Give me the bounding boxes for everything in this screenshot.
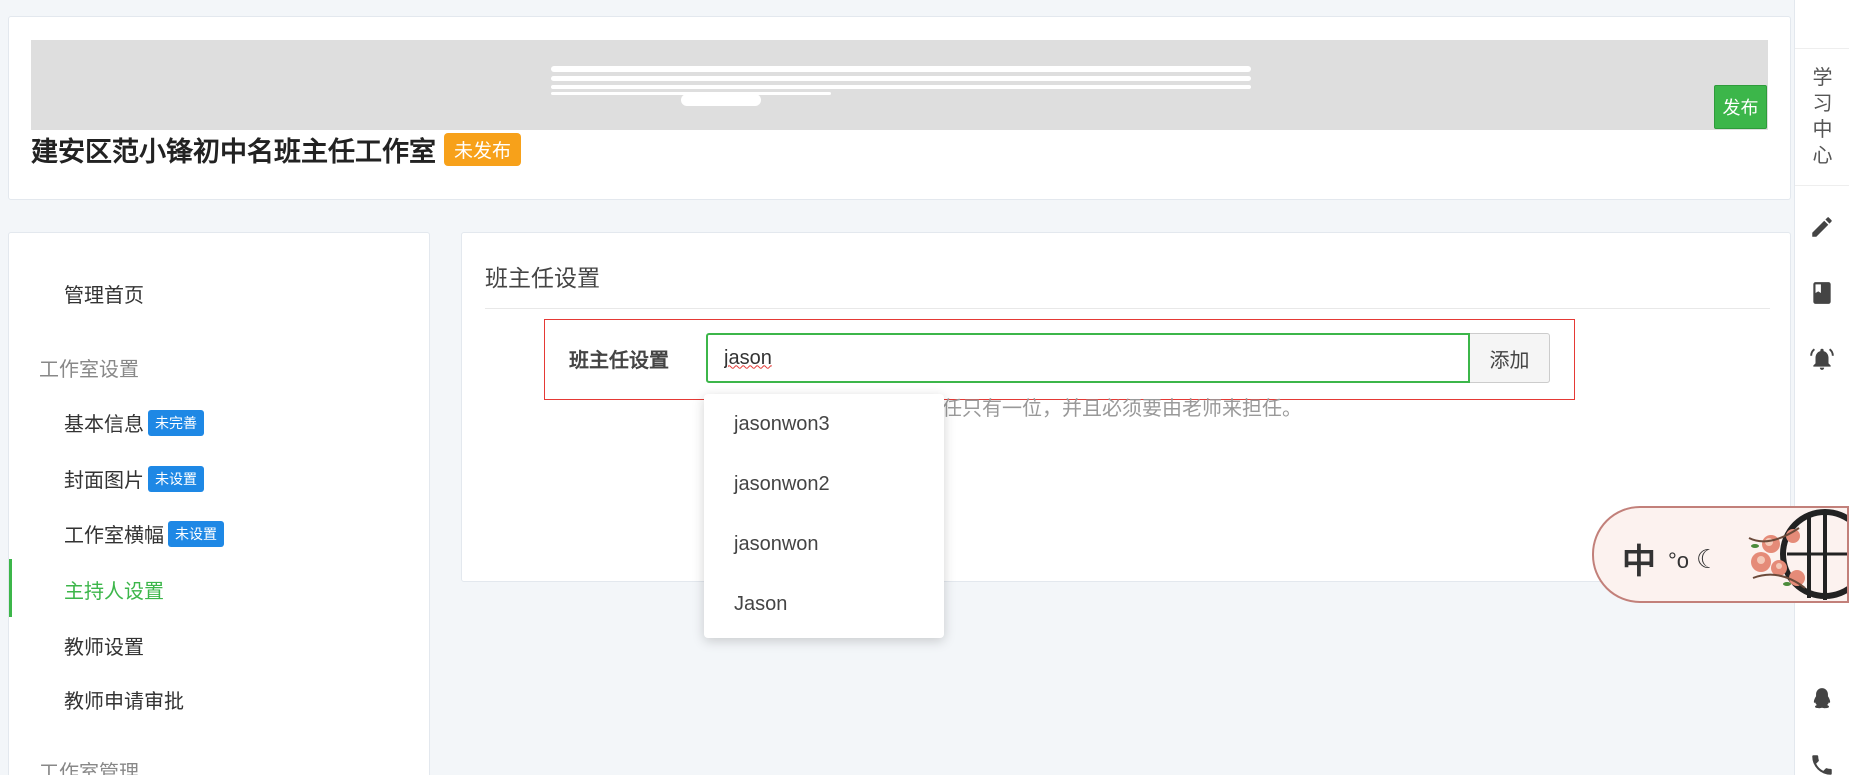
autocomplete-dropdown: jasonwon3 jasonwon2 jasonwon Jason (704, 394, 944, 638)
pencil-icon[interactable] (1809, 214, 1835, 240)
sidebar: 管理首页 工作室设置 基本信息 未完善 封面图片 未设置 工作室横幅 未设置 主… (8, 232, 430, 775)
sidebar-item-home[interactable]: 管理首页 (64, 279, 144, 308)
rail-char: 习 (1812, 93, 1833, 115)
studio-title: 建安区范小锋初中名班主任工作室 未发布 (31, 130, 522, 169)
right-toolbar: 学 习 中 心 (1794, 0, 1849, 775)
active-indicator (9, 559, 12, 617)
flower-decoration-icon (1748, 509, 1847, 600)
status-tag: 未设置 (148, 465, 204, 492)
dropdown-option[interactable]: jasonwon2 (704, 464, 944, 524)
ime-toolbar[interactable]: 中 °o ☾ (1592, 506, 1849, 603)
sidebar-group-manage: 工作室管理 (39, 762, 139, 775)
rail-char: 学 (1812, 67, 1833, 89)
dropdown-option[interactable]: Jason (704, 584, 944, 644)
rail-char: 中 (1812, 119, 1833, 141)
sidebar-item-teacher-settings[interactable]: 教师设置 (64, 631, 144, 660)
banner-image (31, 40, 1768, 130)
divider (485, 308, 1770, 309)
sidebar-item-banner[interactable]: 工作室横幅 未设置 (64, 519, 224, 548)
learning-center-button[interactable]: 学 习 中 心 (1795, 48, 1849, 186)
book-icon[interactable] (1809, 280, 1835, 306)
rail-char: 心 (1812, 145, 1833, 167)
sidebar-item-basic-info[interactable]: 基本信息 未完善 (64, 408, 204, 437)
class-teacher-input[interactable] (706, 333, 1470, 383)
sidebar-item-teacher-approval[interactable]: 教师申请审批 (64, 685, 184, 714)
alarm-bell-icon[interactable] (1809, 346, 1835, 372)
moon-icon[interactable]: ☾ (1696, 544, 1719, 575)
sidebar-item-label: 工作室横幅 (64, 525, 164, 547)
sidebar-item-label: 教师申请审批 (64, 691, 184, 713)
page-title: 班主任设置 (485, 265, 600, 291)
studio-header-card: 发布 建安区范小锋初中名班主任工作室 未发布 (8, 16, 1791, 200)
sidebar-item-cover-image[interactable]: 封面图片 未设置 (64, 464, 204, 493)
status-badge: 未发布 (444, 133, 522, 166)
ime-punctuation-icon[interactable]: °o (1668, 548, 1689, 574)
dropdown-option[interactable]: jasonwon3 (704, 404, 944, 464)
status-tag: 未完善 (148, 409, 204, 436)
sidebar-item-label: 封面图片 (64, 470, 144, 492)
sidebar-item-host-settings[interactable]: 主持人设置 (64, 575, 164, 604)
sidebar-group-settings: 工作室设置 (39, 359, 139, 381)
add-button[interactable]: 添加 (1470, 333, 1550, 383)
sidebar-item-label: 管理首页 (64, 285, 144, 307)
main-panel: 班主任设置 班主任设置 添加 逐，班主任只有一位，并且必须要由老师来担任。 (461, 232, 1791, 582)
ime-language-indicator[interactable]: 中 (1622, 534, 1656, 583)
class-teacher-form: 班主任设置 添加 (544, 319, 1575, 400)
qq-icon[interactable] (1809, 686, 1835, 712)
publish-button[interactable]: 发布 (1714, 85, 1767, 129)
sidebar-item-label: 教师设置 (64, 637, 144, 659)
studio-name: 建安区范小锋初中名班主任工作室 (31, 137, 436, 168)
phone-icon[interactable] (1809, 752, 1835, 775)
dropdown-option[interactable]: jasonwon (704, 524, 944, 584)
sidebar-item-label: 基本信息 (64, 414, 144, 436)
status-tag: 未设置 (168, 520, 224, 547)
form-label: 班主任设置 (569, 350, 669, 372)
sidebar-item-label: 主持人设置 (64, 581, 164, 603)
